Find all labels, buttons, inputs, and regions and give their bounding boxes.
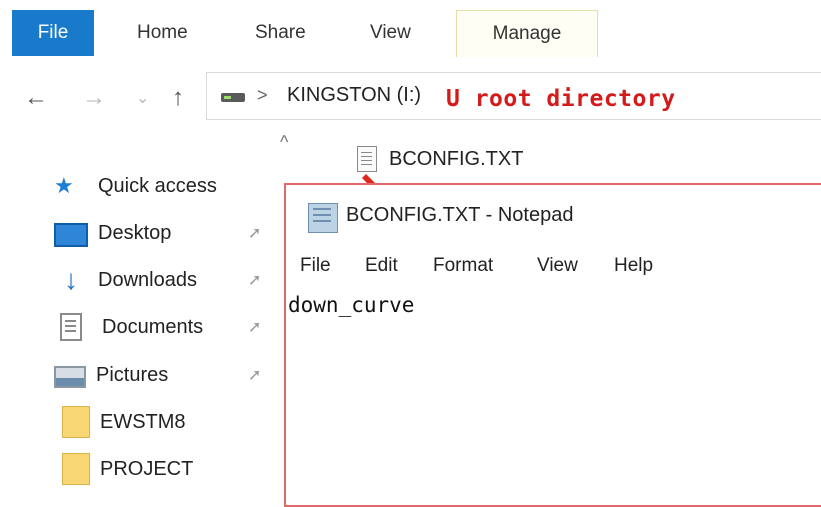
scroll-up-icon[interactable]: ^ [280,132,288,153]
folder-icon [62,406,90,438]
folder-icon [62,453,90,485]
sidebar-item-downloads[interactable]: ↓ Downloads ➚ [54,263,261,297]
tab-home[interactable]: Home [137,10,188,56]
file-name: BCONFIG.TXT [389,147,524,170]
sidebar-item-pictures[interactable]: Pictures ➚ [54,358,261,392]
tab-share[interactable]: Share [255,10,306,56]
sidebar-item-label: Pictures [96,363,169,386]
pin-icon: ➚ [248,367,262,384]
drive-icon [221,93,245,102]
up-arrow-icon[interactable]: ↑ [172,84,184,112]
desktop-icon [54,222,88,247]
sidebar-item-ewstm8[interactable]: EWSTM8 [54,405,186,439]
quick-access[interactable]: ★ Quick access [54,169,217,203]
quick-access-label: Quick access [98,174,217,197]
text-file-icon [357,146,377,172]
notepad-title: BCONFIG.TXT - Notepad [346,204,574,226]
sidebar-item-label: Documents [102,315,204,338]
tab-view[interactable]: View [370,10,411,56]
menu-help[interactable]: Help [614,255,653,277]
sidebar-item-label: Downloads [98,268,197,291]
breadcrumb-drive[interactable]: KINGSTON (I:) [287,84,421,107]
pin-icon: ➚ [248,225,262,242]
recent-locations-icon[interactable]: ⌄ [136,88,149,108]
notepad-titlebar[interactable]: BCONFIG.TXT - Notepad [286,185,821,247]
sidebar-item-desktop[interactable]: Desktop ➚ [54,216,261,250]
notepad-window: BCONFIG.TXT - Notepad File Edit Format V… [284,183,821,507]
notepad-icon [308,203,338,233]
back-icon[interactable]: ← [24,84,48,112]
breadcrumb-separator: > [257,85,268,105]
ribbon: File Home Share View Manage [0,0,821,62]
sidebar-item-label: EWSTM8 [100,410,186,433]
pin-icon: ➚ [248,272,262,289]
tab-file[interactable]: File [12,10,94,56]
annotation-label: U root directory [446,86,676,112]
download-icon: ↓ [64,264,78,295]
pictures-icon [54,366,86,388]
sidebar-item-label: Desktop [98,221,172,244]
menu-format[interactable]: Format [433,255,493,277]
menu-edit[interactable]: Edit [365,255,398,277]
sidebar-item-project[interactable]: PROJECT [54,452,193,486]
notepad-menubar: File Edit Format View Help [286,255,821,285]
menu-view[interactable]: View [537,255,578,277]
sidebar-item-label: PROJECT [100,457,194,480]
navigation-pane: ★ Quick access Desktop ➚ ↓ Downloads ➚ D… [0,140,280,487]
pin-icon: ➚ [248,319,262,336]
tab-manage[interactable]: Manage [456,10,598,57]
star-icon: ★ [54,173,74,198]
documents-icon [60,313,82,341]
forward-icon[interactable]: → [82,84,106,112]
notepad-text-area[interactable]: down_curve [288,293,414,317]
menu-file[interactable]: File [300,255,331,277]
sidebar-item-documents[interactable]: Documents ➚ [54,310,261,344]
